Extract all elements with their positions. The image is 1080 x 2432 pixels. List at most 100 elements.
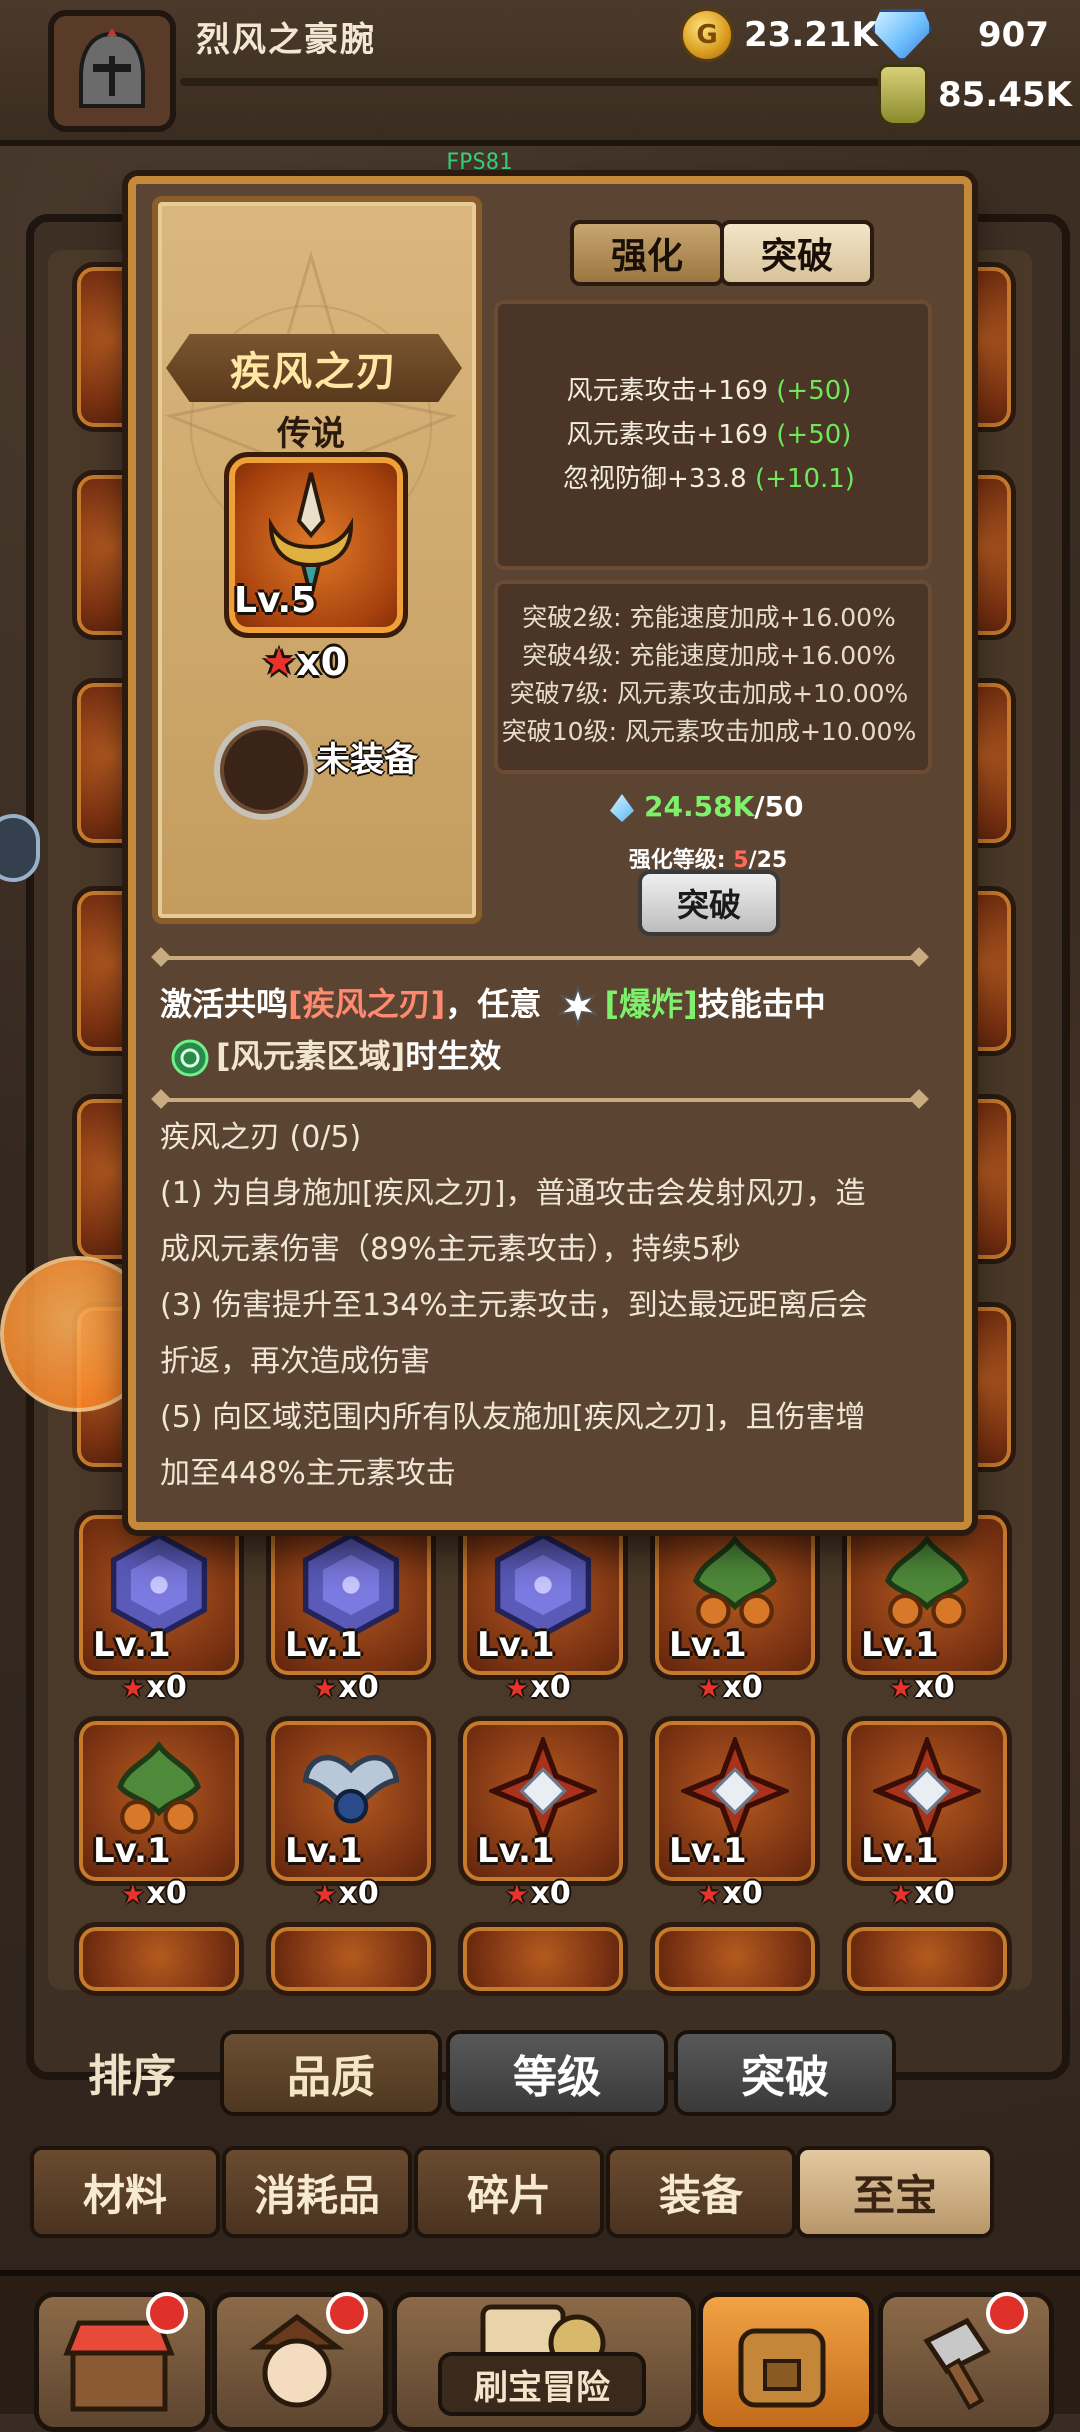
tile-level: Lv.1 <box>861 1831 939 1871</box>
breakthrough-line: 突破2级: 充能速度加成+16.00% <box>522 603 896 632</box>
fps-counter: FPS81 <box>446 150 513 175</box>
side-event-badge[interactable] <box>0 814 40 882</box>
tab-fragments[interactable]: 碎片 <box>414 2146 604 2238</box>
inventory-tile[interactable]: Lv.1 <box>74 1716 244 1886</box>
inventory-tile[interactable] <box>842 1922 1012 1996</box>
sort-breakthrough-button[interactable]: 突破 <box>674 2030 896 2116</box>
gold-currency[interactable]: G 23.21K <box>680 8 878 62</box>
star-icon: ★ <box>313 1674 337 1704</box>
sort-level-button[interactable]: 等级 <box>446 2030 668 2116</box>
star-icon: ★ <box>262 640 297 684</box>
player-name: 烈风之豪腕 <box>196 20 376 60</box>
inventory-tile[interactable] <box>266 1922 436 1996</box>
divider <box>160 956 920 960</box>
inventory-tile[interactable]: Lv.1 <box>74 1510 244 1680</box>
star-icon: ★ <box>889 1880 913 1910</box>
tile-level: Lv.1 <box>861 1625 939 1665</box>
gem-currency[interactable]: 907 <box>872 9 1049 61</box>
purple-hex-gem-icon <box>302 1532 400 1638</box>
tile-count: ★x0 <box>313 1876 379 1911</box>
potion-currency[interactable]: 85.45K <box>878 64 1072 126</box>
inventory-tile[interactable] <box>650 1922 820 1996</box>
tile-level: Lv.1 <box>477 1625 555 1665</box>
tile-count: ★x0 <box>505 1876 571 1911</box>
shop-notification-dot <box>146 2292 188 2334</box>
tile-count: ★x0 <box>121 1670 187 1705</box>
tile-level: Lv.1 <box>669 1831 747 1871</box>
tile-level: Lv.1 <box>285 1831 363 1871</box>
set-description-line: (5) 向区域范围内所有队友施加[疾风之刃]，且伤害增 <box>160 1400 866 1435</box>
breakthrough-line: 突破4级: 充能速度加成+16.00% <box>522 641 896 670</box>
star-icon: ★ <box>121 1674 145 1704</box>
inventory-tile[interactable] <box>458 1922 628 1996</box>
item-name: 疾风之刃 <box>230 349 398 395</box>
star-icon: ★ <box>505 1880 529 1910</box>
inventory-tile[interactable]: Lv.1 <box>650 1510 820 1680</box>
resonance-text: 激活共鸣[疾风之刃]，任意 [爆炸]技能击中 [风元素区域]时生效 <box>160 978 920 1082</box>
tab-equipment[interactable]: 装备 <box>606 2146 796 2238</box>
top-bar: 烈风之豪腕 G 23.21K 907 85.45K <box>0 0 1080 146</box>
tab-enhance[interactable]: 强化 <box>570 220 724 286</box>
item-rarity: 传说 <box>277 414 345 454</box>
stat-line: 风元素攻击+169 (+50) <box>566 420 852 450</box>
tile-count: ★x0 <box>313 1670 379 1705</box>
star-icon: ★ <box>697 1674 721 1704</box>
red-star-gem-icon <box>873 1737 981 1845</box>
gold-coin-icon: G <box>680 8 734 62</box>
tab-consumables[interactable]: 消耗品 <box>222 2146 412 2238</box>
equip-slot-ring[interactable] <box>214 720 314 820</box>
tab-breakthrough[interactable]: 突破 <box>720 220 874 286</box>
hero-notification-dot <box>326 2292 368 2334</box>
tile-count: ★x0 <box>889 1876 955 1911</box>
tile-count: ★x0 <box>697 1670 763 1705</box>
divider <box>160 1098 920 1102</box>
player-avatar[interactable] <box>48 10 176 132</box>
potion-jar-icon <box>878 64 928 126</box>
forge-notification-dot <box>986 2292 1028 2334</box>
red-star-gem-icon <box>489 1737 597 1845</box>
equip-status: 未装备 <box>316 740 418 780</box>
sort-quality-button[interactable]: 品质 <box>220 2030 442 2116</box>
star-icon: ★ <box>313 1880 337 1910</box>
inventory-tile[interactable]: Lv.1 <box>458 1716 628 1886</box>
potion-amount: 85.45K <box>938 75 1072 115</box>
resource-requirement: 24.58K/50 <box>610 790 803 823</box>
set-description-title: 疾风之刃 (0/5) <box>160 1120 362 1155</box>
green-leaf-gem-icon <box>885 1535 969 1629</box>
star-icon: ★ <box>505 1674 529 1704</box>
break-button[interactable]: 突破 <box>638 870 780 936</box>
tile-count: ★x0 <box>889 1670 955 1705</box>
item-level: Lv.5 <box>234 580 317 621</box>
nav-backpack[interactable] <box>698 2292 874 2432</box>
tile-level: Lv.1 <box>669 1625 747 1665</box>
star-icon: ★ <box>121 1880 145 1910</box>
tab-materials[interactable]: 材料 <box>30 2146 220 2238</box>
inventory-tile[interactable]: Lv.1 <box>266 1716 436 1886</box>
sort-label: 排序 <box>88 2051 176 2102</box>
inventory-tile[interactable]: Lv.1 <box>650 1716 820 1886</box>
tile-level: Lv.1 <box>93 1831 171 1871</box>
red-star-gem-icon <box>681 1737 789 1845</box>
gold-amount: 23.21K <box>744 15 878 55</box>
inventory-tile[interactable]: Lv.1 <box>842 1716 1012 1886</box>
tab-treasures[interactable]: 至宝 <box>796 2146 994 2238</box>
adventure-label: 刷宝冒险 <box>438 2352 646 2416</box>
inventory-tile[interactable]: Lv.1 <box>842 1510 1012 1680</box>
name-underline <box>180 78 880 86</box>
tile-count: ★x0 <box>121 1876 187 1911</box>
set-description-line: 折返，再次造成伤害 <box>160 1344 430 1379</box>
green-leaf-gem-icon <box>693 1535 777 1629</box>
inventory-tile[interactable] <box>74 1922 244 1996</box>
inventory-tile[interactable]: Lv.1 <box>266 1510 436 1680</box>
purple-hex-gem-icon <box>110 1532 208 1638</box>
set-description-line: (3) 伤害提升至134%主元素攻击，到达最远距离后会 <box>160 1288 868 1323</box>
star-icon: ★ <box>889 1674 913 1704</box>
breakthrough-line: 突破7级: 风元素攻击加成+10.00% <box>509 679 909 708</box>
knight-helmet-icon <box>79 28 145 108</box>
inventory-tile[interactable]: Lv.1 <box>458 1510 628 1680</box>
explosion-icon <box>558 986 599 1026</box>
set-description-line: 加至448%主元素攻击 <box>160 1456 456 1491</box>
item-name-banner: 疾风之刃 <box>166 334 462 402</box>
set-description-line: 成风元素伤害（89%主元素攻击），持续5秒 <box>160 1232 741 1267</box>
breakthrough-line: 突破10级: 风元素攻击加成+10.00% <box>501 717 917 746</box>
